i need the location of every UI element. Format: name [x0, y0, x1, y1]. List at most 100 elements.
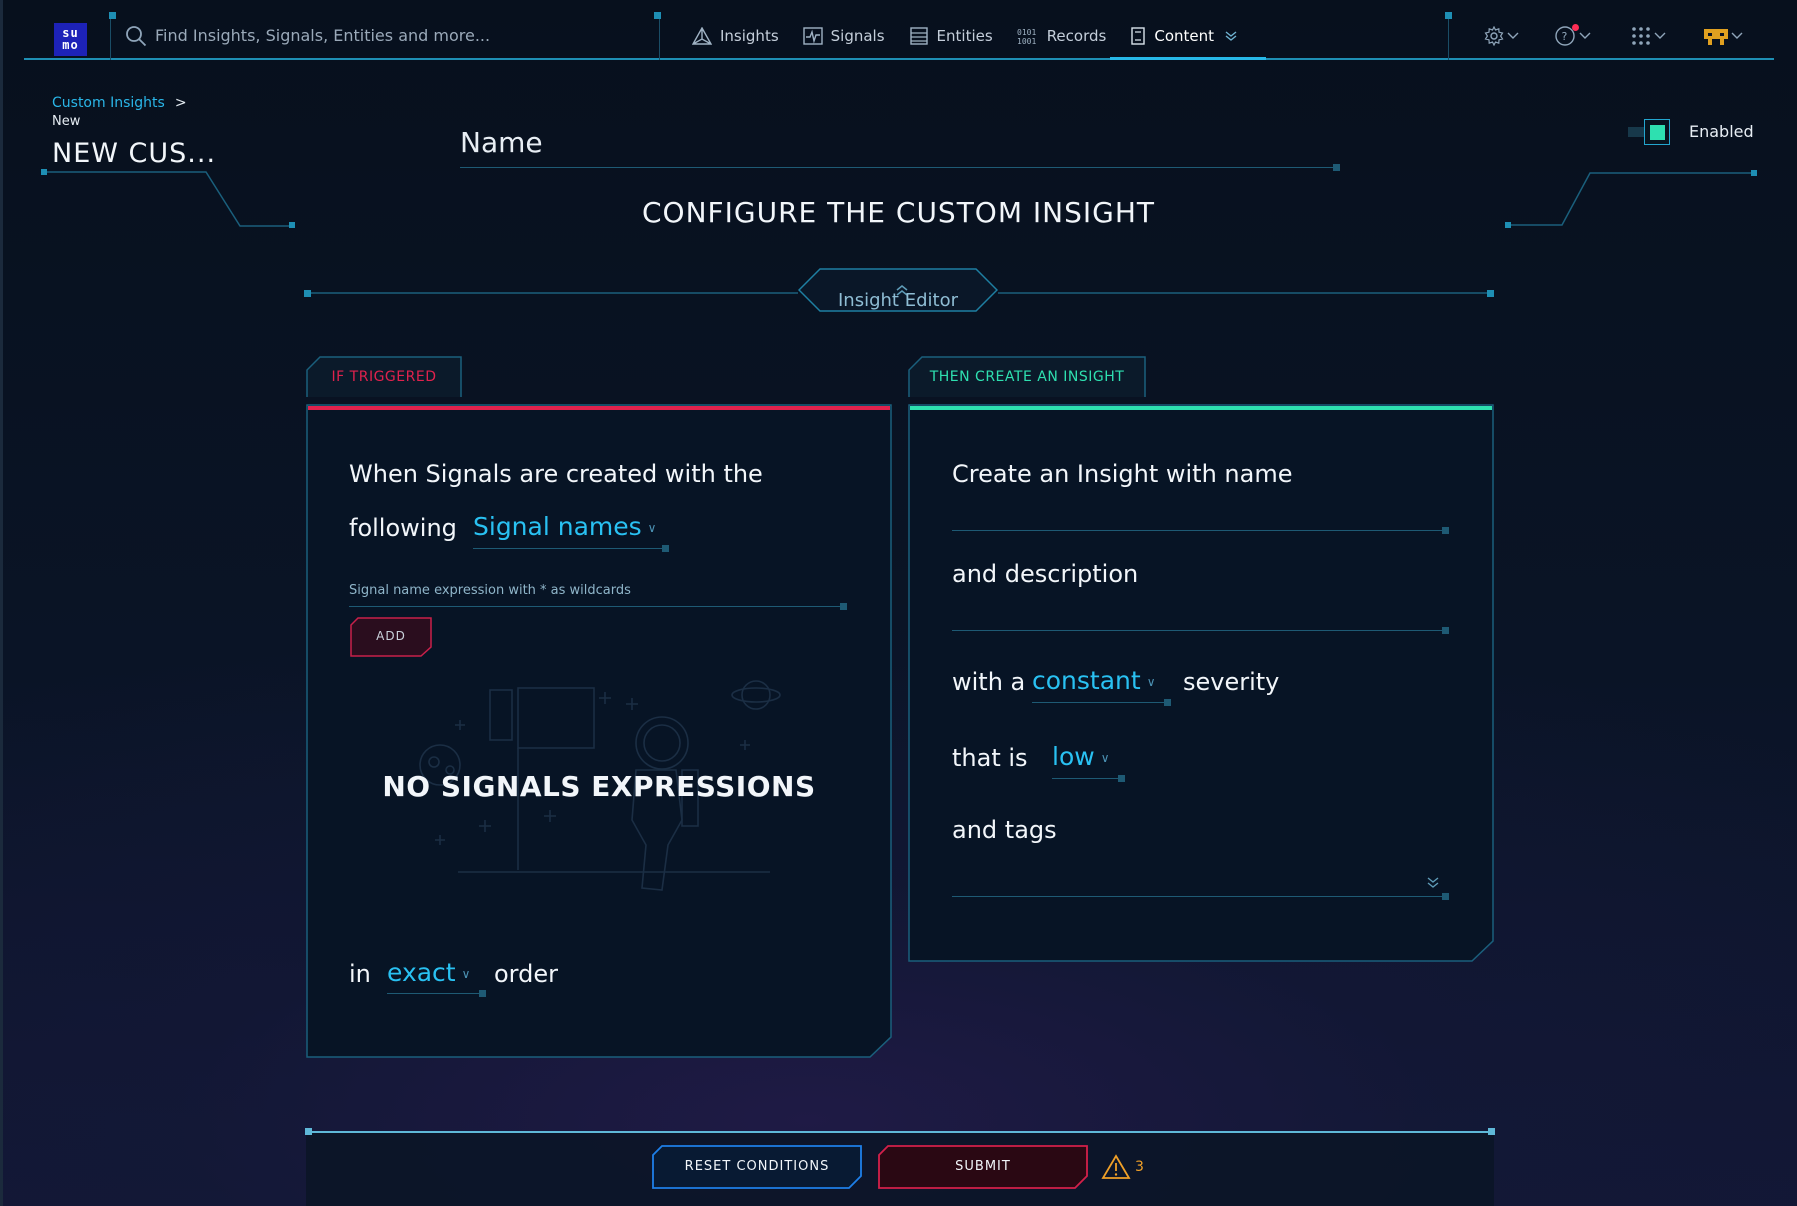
tags-underline [952, 893, 1449, 900]
search-corner-marker [109, 12, 116, 19]
if-triggered-label: IF TRIGGERED [331, 369, 437, 385]
chevron-down-icon: ∨ [461, 967, 471, 981]
utility-divider [1445, 12, 1452, 60]
user-menu[interactable] [1704, 22, 1743, 50]
binary-icon: 01011001 [1017, 28, 1036, 45]
submit-button-label: SUBMIT [955, 1159, 1011, 1174]
svg-text:?: ? [1562, 30, 1568, 43]
app-screen: su mo Insights Signals Entities [0, 0, 1797, 1206]
settings-menu[interactable] [1484, 22, 1519, 50]
enabled-toggle[interactable] [1628, 119, 1670, 145]
top-navigation-bar: su mo Insights Signals Entities [24, 12, 1774, 60]
signal-expression-underline [349, 603, 847, 610]
search-corner-marker [654, 12, 661, 19]
gear-icon [1484, 26, 1504, 46]
order-prefix: in [349, 960, 371, 988]
severity-prefix: with a [952, 668, 1026, 696]
logo-text-bottom: mo [62, 38, 79, 52]
trigger-sentence-line1: When Signals are created with the [349, 460, 763, 488]
toggle-knob [1644, 119, 1670, 145]
order-select-underline [387, 990, 486, 997]
signal-expression-placeholder: Signal name expression with * as wildcar… [349, 583, 631, 598]
pulse-icon [802, 27, 823, 45]
submit-button[interactable]: SUBMIT [878, 1145, 1088, 1189]
validation-warnings[interactable]: 3 [1101, 1152, 1144, 1182]
footer-divider [305, 1128, 1495, 1135]
chevron-down-icon: ∨ [1146, 675, 1156, 689]
name-field-marker [1333, 164, 1340, 171]
chevron-down-icon: ∨ [647, 521, 657, 535]
nav-insights[interactable]: Insights [692, 12, 799, 60]
nav-signals[interactable]: Signals [802, 12, 905, 60]
enabled-label: Enabled [1689, 122, 1754, 141]
search-input[interactable] [155, 22, 635, 48]
breadcrumb-separator: > [174, 95, 187, 111]
apps-grid-icon [1632, 27, 1650, 45]
nav-content[interactable]: Content [1110, 12, 1266, 60]
order-value: exact [387, 958, 456, 987]
severity-level-value: low [1052, 742, 1095, 771]
insight-editor-label: Insight Editor [838, 290, 958, 311]
warning-count: 3 [1135, 1159, 1144, 1175]
svg-text:0101: 0101 [1017, 28, 1036, 37]
nav-entities[interactable]: Entities [909, 12, 1013, 60]
trigger-sentence-line2: following [349, 514, 457, 542]
severity-level-select[interactable]: low ∨ [1052, 742, 1110, 771]
nav-records[interactable]: 0101 1001 Records [1017, 12, 1127, 60]
name-field-label: Name [460, 126, 543, 159]
stack-icon [909, 27, 928, 45]
nav-records-label: Records [1046, 27, 1107, 45]
breadcrumb-current: New [52, 114, 81, 129]
chevron-double-down-icon [1427, 877, 1439, 888]
chevron-down-icon: ∨ [1100, 751, 1110, 765]
chevron-down-icon [1579, 32, 1591, 39]
insight-name-text: Create an Insight with name [952, 460, 1293, 488]
divider-marker [1445, 12, 1452, 19]
severity-level-underline [1052, 775, 1125, 782]
empty-state-title: NO SIGNALS EXPRESSIONS [382, 770, 816, 803]
add-button-label: ADD [376, 629, 406, 643]
insight-name-input[interactable] [952, 527, 1449, 534]
then-create-label: THEN CREATE AN INSIGHT [929, 369, 1125, 385]
help-menu[interactable]: ? [1554, 22, 1591, 50]
window-edge [0, 0, 3, 1206]
then-create-tab: THEN CREATE AN INSIGHT [908, 356, 1146, 398]
tags-text: and tags [952, 816, 1057, 844]
signal-match-select[interactable]: Signal names ∨ [473, 512, 656, 541]
chevron-down-icon [1225, 31, 1237, 41]
nav-entities-label: Entities [936, 27, 993, 45]
main-nav: Insights Signals Entities 0101 1001 Recor… [692, 12, 1270, 60]
global-search [109, 12, 661, 60]
chevron-down-icon [1654, 32, 1666, 39]
reset-conditions-button[interactable]: RESET CONDITIONS [652, 1145, 862, 1189]
add-expression-button[interactable]: ADD [350, 617, 432, 657]
reset-button-label: RESET CONDITIONS [684, 1159, 830, 1174]
severity-type-underline [1032, 699, 1171, 706]
sumo-logo[interactable]: su mo [54, 23, 87, 56]
apps-menu[interactable] [1631, 22, 1666, 50]
notification-dot [1572, 24, 1579, 31]
breadcrumb-parent-link[interactable]: Custom Insights [52, 95, 165, 111]
chevron-down-icon [1731, 32, 1743, 39]
document-icon [1131, 27, 1146, 45]
nav-insights-label: Insights [720, 27, 779, 45]
order-suffix: order [494, 960, 558, 988]
signal-match-underline [473, 545, 669, 552]
breadcrumb: Custom Insights > [52, 95, 187, 111]
order-select[interactable]: exact ∨ [387, 958, 470, 987]
tags-select[interactable] [952, 866, 1448, 896]
severity-type-select[interactable]: constant ∨ [1032, 666, 1155, 695]
triangle-icon [692, 27, 712, 45]
section-title: CONFIGURE THE CUSTOM INSIGHT [642, 196, 1155, 229]
insight-editor-tab[interactable]: Insight Editor [797, 268, 999, 312]
insight-description-input[interactable] [952, 627, 1449, 634]
svg-text:1001: 1001 [1017, 37, 1036, 45]
severity-level-prefix: that is [952, 744, 1028, 772]
signal-expression-input[interactable]: Signal name expression with * as wildcar… [349, 583, 631, 598]
search-icon[interactable] [125, 25, 147, 47]
page-title: NEW CUS... [52, 138, 217, 169]
name-field[interactable]: Name [460, 122, 1340, 171]
chevron-down-icon [1507, 32, 1519, 39]
nav-content-label: Content [1154, 27, 1214, 45]
severity-suffix: severity [1183, 668, 1280, 696]
